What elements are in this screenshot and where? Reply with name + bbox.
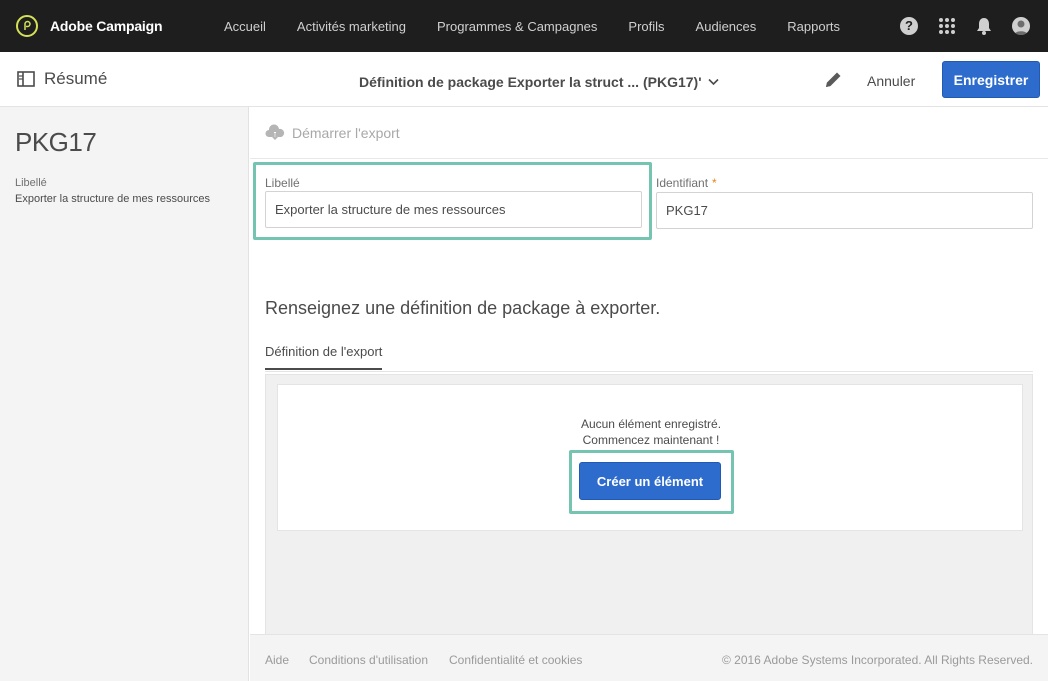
summary-panel: PKG17 Libellé Exporter la structure de m… <box>0 107 249 681</box>
required-marker: * <box>712 176 717 190</box>
page-header: Résumé Définition de package Exporter la… <box>0 52 1048 107</box>
panel-icon <box>17 71 35 87</box>
nav-item-audiences[interactable]: Audiences <box>696 19 757 34</box>
nav-item-rapports[interactable]: Rapports <box>787 19 840 34</box>
copyright: © 2016 Adobe Systems Incorporated. All R… <box>721 653 1033 667</box>
document-title-text: Définition de package Exporter la struct… <box>359 74 702 90</box>
id-field-input[interactable] <box>656 192 1033 229</box>
main-nav: Accueil Activités marketing Programmes &… <box>224 19 871 34</box>
summary-field-value: Exporter la structure de mes ressources <box>15 193 211 205</box>
nav-item-profils[interactable]: Profils <box>628 19 664 34</box>
empty-state-line1: Aucun élément enregistré. <box>580 417 722 431</box>
apps-grid-icon[interactable] <box>938 17 956 35</box>
empty-state-card: Aucun élément enregistré. Commencez main… <box>277 384 1023 531</box>
summary-toggle[interactable]: Résumé <box>17 69 107 89</box>
label-field-label: Libellé <box>265 176 300 190</box>
summary-label: Résumé <box>44 69 108 88</box>
document-title[interactable]: Définition de package Exporter la struct… <box>359 74 719 90</box>
form-area: Libellé Identifiant* Renseignez une défi… <box>250 159 1048 671</box>
tab-export-definition[interactable]: Définition de l'export <box>265 344 383 370</box>
nav-item-activites-marketing[interactable]: Activités marketing <box>297 19 406 34</box>
action-bar: Démarrer l'export <box>250 107 1048 159</box>
save-button[interactable]: Enregistrer <box>942 61 1040 98</box>
cloud-download-icon <box>265 124 285 142</box>
adobe-campaign-logo-icon <box>16 15 38 37</box>
help-icon[interactable]: ? <box>900 17 918 35</box>
cancel-button[interactable]: Annuler <box>858 71 924 91</box>
bell-icon[interactable] <box>976 17 992 35</box>
top-navigation-bar: Adobe Campaign Accueil Activités marketi… <box>0 0 1048 52</box>
id-field-label: Identifiant * <box>656 176 717 190</box>
export-definition-list: Aucun élément enregistré. Commencez main… <box>265 374 1033 671</box>
footer: Aide Conditions d'utilisation Confidenti… <box>250 634 1048 681</box>
footer-link-privacy[interactable]: Confidentialité et cookies <box>449 653 582 667</box>
nav-item-programmes-campagnes[interactable]: Programmes & Campagnes <box>437 19 597 34</box>
nav-item-accueil[interactable]: Accueil <box>224 19 266 34</box>
summary-title: PKG17 <box>15 127 97 157</box>
start-export-action[interactable]: Démarrer l'export <box>265 124 400 142</box>
main-content: Démarrer l'export Libellé Identifiant* R… <box>250 107 1048 681</box>
id-field-label-text: Identifiant <box>656 176 709 190</box>
start-export-label: Démarrer l'export <box>292 125 400 141</box>
empty-state-line2: Commencez maintenant ! <box>582 433 720 447</box>
brand-name: Adobe Campaign <box>50 18 163 34</box>
top-icons: ? <box>880 0 1030 52</box>
label-field-input[interactable] <box>265 191 642 228</box>
brand[interactable]: Adobe Campaign <box>16 15 224 37</box>
tab-bar-divider <box>265 371 1033 372</box>
pencil-icon[interactable] <box>824 70 843 94</box>
avatar-icon[interactable] <box>1012 17 1030 35</box>
create-element-button[interactable]: Créer un élément <box>579 462 721 500</box>
footer-link-help[interactable]: Aide <box>265 653 289 667</box>
footer-link-terms[interactable]: Conditions d'utilisation <box>309 653 428 667</box>
summary-field-label: Libellé <box>15 177 47 189</box>
helper-text: Renseignez une définition de package à e… <box>265 298 661 318</box>
chevron-down-icon <box>707 78 719 86</box>
